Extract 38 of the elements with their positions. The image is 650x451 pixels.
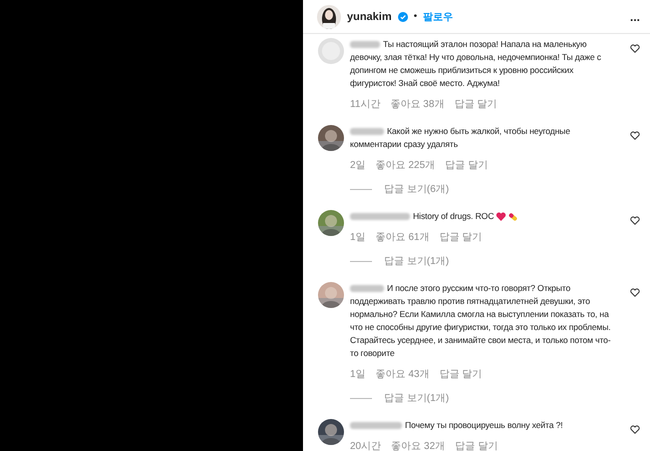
- view-replies-button[interactable]: 답글 보기(6개): [350, 182, 624, 196]
- likes-count[interactable]: 좋아요 225개: [376, 158, 436, 172]
- likes-count[interactable]: 좋아요 61개: [376, 230, 430, 244]
- comment-text: Почему ты провоцируешь волну хейта ?!: [350, 419, 624, 432]
- likes-count[interactable]: 좋아요 32개: [391, 439, 446, 451]
- likes-count[interactable]: 좋아요 38개: [390, 97, 444, 111]
- comment-text: Какой же нужно быть жалкой, чтобы неугодные комментарии сразу удалять: [350, 125, 572, 151]
- separator: •: [414, 11, 418, 22]
- comment-text: Ты настоящий эталон позора! Напала на маленькую девочку, злая тётка! Ну что довольна, недочемпионка! Ты даже с допингом не сможешь приблизиться к уровню российских фигуристок! Знай своё место. Аджума!: [350, 38, 602, 90]
- blurred-username: [350, 213, 410, 220]
- blurred-username: [350, 128, 384, 136]
- more-button[interactable]: ...: [630, 10, 640, 24]
- comment-time: 20시간: [350, 440, 382, 451]
- reply-button[interactable]: 답글 달기: [445, 158, 488, 172]
- username[interactable]: yunakim: [347, 10, 392, 22]
- comment-time: 11시간: [350, 98, 380, 111]
- likes-count[interactable]: 좋아요 43개: [376, 367, 430, 381]
- follow-button[interactable]: 팔로우: [423, 10, 454, 24]
- comment-time: 1일: [350, 368, 366, 381]
- like-heart-icon[interactable]: [630, 288, 640, 297]
- comment-time: 1일: [350, 231, 366, 244]
- like-heart-icon[interactable]: [630, 131, 640, 140]
- comment-time: 2일: [350, 159, 366, 172]
- blurred-username: [350, 422, 402, 430]
- reply-button[interactable]: 답글 달기: [439, 230, 482, 244]
- reply-button[interactable]: 답글 달기: [439, 367, 482, 381]
- blurred-username: [350, 41, 380, 48]
- avatar: [318, 38, 344, 64]
- view-replies-button[interactable]: 답글 보기(1개): [350, 254, 624, 268]
- comment-text: И после этого русским что-то говорят? Открыто поддерживать травлю против пятнадцатилетней девушки, это нормально? Если Камилла смогла на выступлении показать то, на что не способны другие фигуристки, тогда это только их проблемы. Старайтесь усерднее, и занимайте свои места, и только потом что-то говорите: [350, 282, 612, 360]
- view-replies-button[interactable]: 답글 보기(1개): [350, 391, 624, 405]
- like-heart-icon[interactable]: [630, 44, 640, 53]
- reply-button[interactable]: 답글 달기: [455, 439, 498, 451]
- like-heart-icon[interactable]: [630, 216, 640, 225]
- blurred-username: [350, 285, 384, 292]
- reply-button[interactable]: 답글 달기: [454, 97, 498, 111]
- like-heart-icon[interactable]: [630, 425, 640, 434]
- comment-text: History of drugs. ROC: [350, 210, 624, 223]
